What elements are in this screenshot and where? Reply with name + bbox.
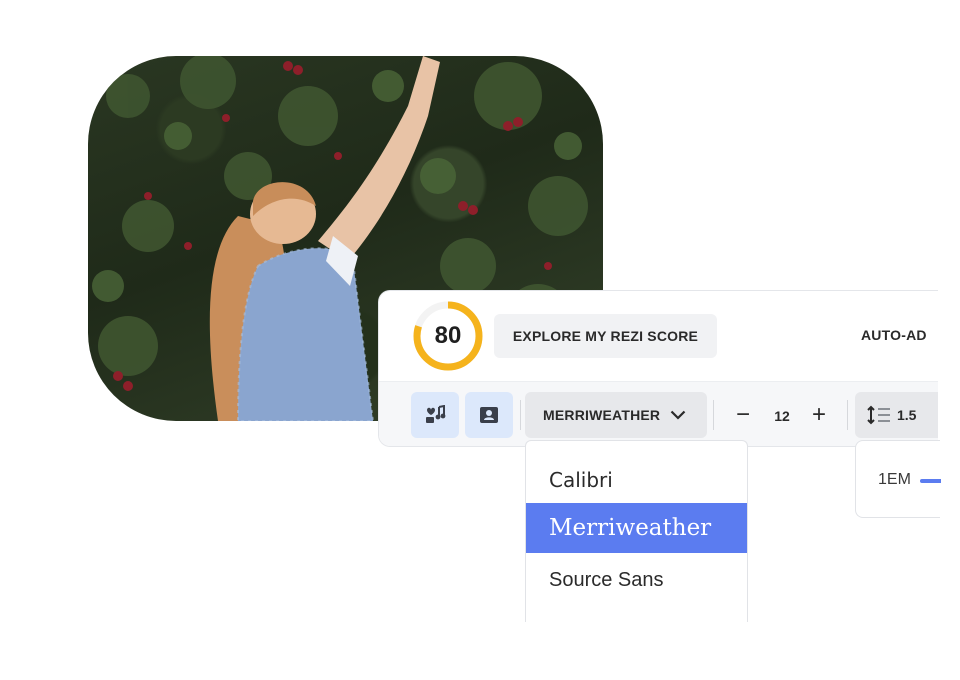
font-option-merriweather[interactable]: Merriweather [526,503,747,553]
font-select-label: MERRIWEATHER [543,407,661,423]
spacing-slider[interactable] [920,479,941,483]
font-option-source-sans[interactable]: Source Sans [526,555,747,605]
auto-adjust-button[interactable]: AUTO-AD [861,327,927,343]
font-select[interactable]: MERRIWEATHER [525,392,707,438]
font-size-decrease-button[interactable]: − [731,398,755,432]
font-size-increase-button[interactable]: + [807,398,831,432]
line-spacing-value: 1.5 [897,407,917,423]
toolbar-divider [713,400,714,430]
spacing-label: 1EM [878,471,911,488]
profile-card-icon [480,407,498,423]
theme-button[interactable] [411,392,459,438]
font-option-calibri[interactable]: Calibri [526,455,747,505]
music-heart-icon [426,405,446,423]
format-toolbar: MERRIWEATHER − 12 + 1.5 [379,381,938,446]
editor-panel: 80 EXPLORE MY REZI SCORE AUTO-AD MERRIWE [378,290,938,447]
line-spacing-button[interactable]: 1.5 [855,392,938,438]
line-spacing-icon [867,405,890,425]
spacing-popover: 1EM [855,440,941,518]
score-value: 80 [434,322,462,349]
explore-score-button[interactable]: EXPLORE MY REZI SCORE [494,314,717,358]
font-dropdown: Calibri Merriweather Source Sans [525,440,748,622]
toolbar-divider [847,400,848,430]
chevron-down-icon [670,410,686,420]
font-size-value: 12 [774,408,790,424]
profile-button[interactable] [465,392,513,438]
score-row: 80 EXPLORE MY REZI SCORE AUTO-AD [379,291,938,381]
toolbar-divider [520,400,521,430]
